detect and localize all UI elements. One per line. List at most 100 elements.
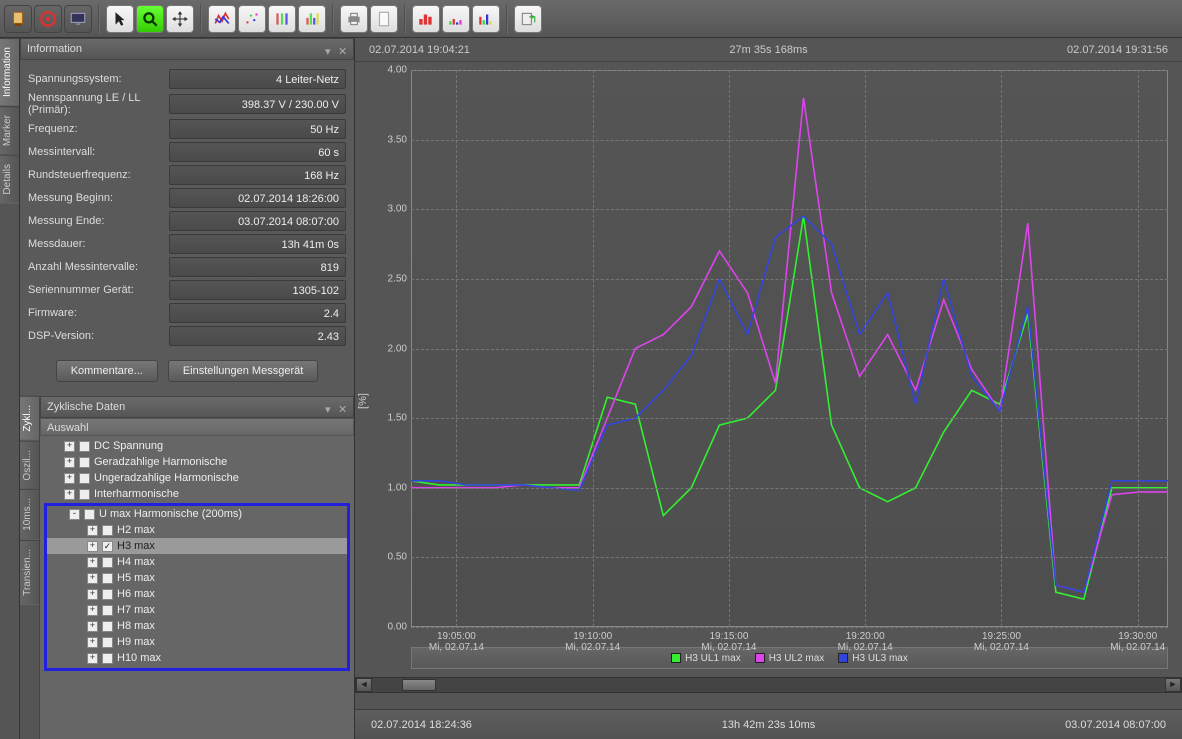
info-value: 50 Hz [169,119,346,139]
y-tick: 2.00 [373,343,407,354]
expand-icon[interactable]: + [87,557,98,568]
expand-icon[interactable]: + [87,573,98,584]
tree-node[interactable]: +H2 max [47,522,347,538]
page-icon[interactable] [370,5,398,33]
move-icon[interactable] [166,5,194,33]
expand-icon[interactable]: + [64,473,75,484]
checkbox[interactable] [79,441,90,452]
tree-node[interactable]: + H6 max [47,586,347,602]
tree-node[interactable]: + H7 max [47,602,347,618]
checkbox[interactable] [79,489,90,500]
tab-zykl[interactable]: Zykl... [20,396,39,441]
checkbox[interactable] [84,509,95,520]
record-icon[interactable] [34,5,62,33]
info-value: 02.07.2014 18:26:00 [169,188,346,208]
close-icon[interactable]: ✕ [338,403,347,412]
device-settings-button[interactable]: Einstellungen Messgerät [168,360,318,382]
chart-red-icon[interactable] [412,5,440,33]
info-label: Messung Beginn: [28,192,163,204]
tree-node[interactable]: +H4 max [47,554,347,570]
pin-icon[interactable]: ▾ [325,45,334,54]
tree-node[interactable]: +H10 max [47,650,347,666]
scroll-left-icon[interactable]: ◄ [356,678,372,692]
tab-information[interactable]: Information [0,38,19,106]
checkbox[interactable] [102,653,113,664]
legend-item[interactable]: H3 UL2 max [755,653,825,664]
chart-scatter-icon[interactable] [238,5,266,33]
info-label: Firmware: [28,307,163,319]
tab-10ms[interactable]: 10ms... [20,489,39,540]
checkbox[interactable] [102,573,113,584]
pin-icon[interactable]: ▾ [325,403,334,412]
expand-icon[interactable]: + [87,541,98,552]
checkbox[interactable] [102,589,113,600]
tab-transien[interactable]: Transien... [20,540,39,605]
tree-node[interactable]: +✓H3 max [47,538,347,554]
expand-icon[interactable]: + [87,589,98,600]
tree-node[interactable]: + Ungeradzahlige Harmonische [42,470,352,486]
tab-oszil[interactable]: Oszil... [20,441,39,490]
checkbox[interactable] [102,621,113,632]
legend-item[interactable]: H3 UL1 max [671,653,741,664]
y-tick: 4.00 [373,65,407,76]
chart-grid-icon[interactable] [298,5,326,33]
legend-swatch [671,653,681,663]
expand-icon[interactable]: + [87,637,98,648]
chart-legend: H3 UL1 max H3 UL2 max H3 UL3 max [411,647,1168,669]
expand-icon[interactable]: + [87,653,98,664]
device-icon[interactable] [4,5,32,33]
print-icon[interactable] [340,5,368,33]
tree-node[interactable]: +DC Spannung [42,438,352,454]
info-value: 4 Leiter-Netz [169,69,346,89]
checkbox[interactable] [79,473,90,484]
tree-label: H5 max [117,572,155,584]
chart-multi-icon[interactable] [472,5,500,33]
scroll-thumb[interactable] [402,679,436,691]
pointer-icon[interactable] [106,5,134,33]
info-row: Messung Ende:03.07.2014 08:07:00 [28,211,346,231]
tab-details[interactable]: Details [0,155,19,204]
tree-node[interactable]: +Interharmonische [42,486,352,502]
tree-label: H7 max [117,604,155,616]
tree-node[interactable]: + H5 max [47,570,347,586]
legend-swatch [755,653,765,663]
checkbox[interactable] [102,557,113,568]
checkbox[interactable] [102,525,113,536]
checkbox[interactable] [102,637,113,648]
tree-node[interactable]: +Geradzahlige Harmonische [42,454,352,470]
expand-icon[interactable]: + [64,457,75,468]
legend-item[interactable]: H3 UL3 max [838,653,908,664]
expand-icon[interactable]: + [87,621,98,632]
monitor-icon[interactable] [64,5,92,33]
checkbox[interactable]: ✓ [102,541,113,552]
export-icon[interactable] [514,5,542,33]
scroll-right-icon[interactable]: ► [1165,678,1181,692]
comments-button[interactable]: Kommentare... [56,360,158,382]
y-tick: 1.00 [373,482,407,493]
tree-node[interactable]: -U max Harmonische (200ms) [47,506,347,522]
info-row: Nennspannung LE / LL (Primär):398.37 V /… [28,92,346,116]
info-label: Messintervall: [28,146,163,158]
expand-icon[interactable]: + [87,605,98,616]
tree-label: H6 max [117,588,155,600]
close-icon[interactable]: ✕ [338,45,347,54]
expand-icon[interactable]: - [69,509,80,520]
checkbox[interactable] [102,605,113,616]
horizontal-scrollbar[interactable]: ◄ ► [355,677,1182,693]
plot-region[interactable]: [%] H3 UL1 maxH3 UL2 maxH3 UL3 max ◄ ► 0… [355,62,1182,739]
zoom-icon[interactable] [136,5,164,33]
expand-icon[interactable]: + [64,441,75,452]
x-tick: 19:15:00Mi, 02.07.14 [679,631,779,653]
expand-icon[interactable]: + [64,489,75,500]
expand-icon[interactable]: + [87,525,98,536]
tab-marker[interactable]: Marker [0,106,19,155]
tree-node[interactable]: +H8 max [47,618,347,634]
chart-line-icon[interactable] [208,5,236,33]
chart-bars-icon[interactable] [268,5,296,33]
checkbox[interactable] [79,457,90,468]
tree-label: Ungeradzahlige Harmonische [94,472,239,484]
tree-node[interactable]: +H9 max [47,634,347,650]
info-value: 2.43 [169,326,346,346]
chart-mini-icon[interactable] [442,5,470,33]
y-tick: 3.50 [373,134,407,145]
